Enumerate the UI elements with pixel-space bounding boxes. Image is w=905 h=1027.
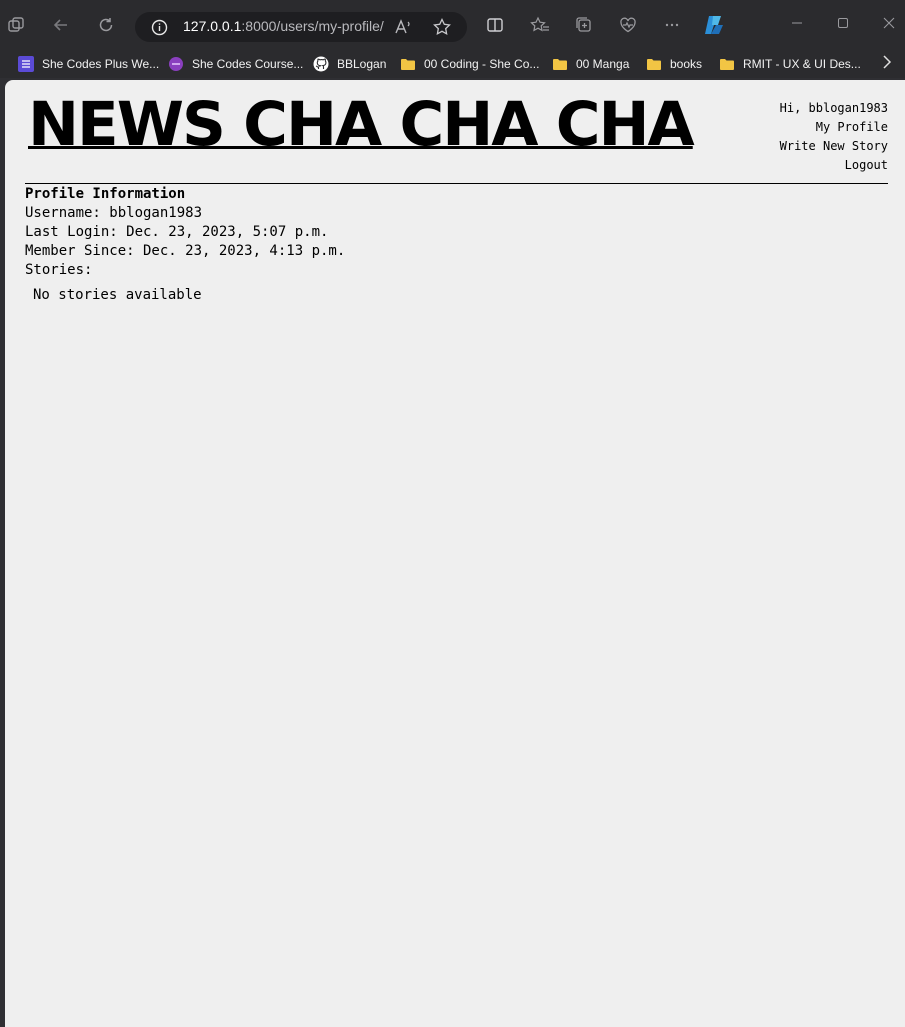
url-host: 127.0.0.1 xyxy=(183,18,242,34)
collections-icon[interactable] xyxy=(574,15,594,35)
profile-heading: Profile Information xyxy=(25,186,186,202)
browser-toolbar: 127.0.0.1:8000/users/my-profile/ xyxy=(0,0,905,50)
github-icon xyxy=(313,56,329,72)
copilot-icon[interactable] xyxy=(702,13,726,37)
header-divider xyxy=(25,183,888,184)
back-arrow-icon[interactable] xyxy=(51,15,71,35)
site-info-icon[interactable] xyxy=(150,18,168,36)
circle-icon xyxy=(169,57,183,71)
page-viewport: NEWS CHA CHA CHA Hi, bblogan1983 My Prof… xyxy=(5,80,905,1027)
read-aloud-icon[interactable] xyxy=(393,17,413,37)
split-screen-icon[interactable] xyxy=(485,15,505,35)
bookmark-label: She Codes Course... xyxy=(192,57,304,71)
profile-member-since: Member Since: Dec. 23, 2023, 4:13 p.m. xyxy=(25,243,346,259)
maximize-button[interactable] xyxy=(828,10,858,36)
folder-icon xyxy=(553,59,567,70)
refresh-icon[interactable] xyxy=(96,15,116,35)
my-profile-link[interactable]: My Profile xyxy=(780,118,888,137)
bookmark-label: She Codes Plus We... xyxy=(42,57,160,71)
bookmark-rmit-folder[interactable]: RMIT - UX & UI Des... xyxy=(719,54,861,74)
bookmark-books-folder[interactable]: books xyxy=(646,54,702,74)
folder-icon xyxy=(401,59,415,70)
write-new-story-link[interactable]: Write New Story xyxy=(780,137,888,156)
favorites-icon[interactable] xyxy=(530,15,550,35)
profile-last-login: Last Login: Dec. 23, 2023, 5:07 p.m. xyxy=(25,224,329,240)
bookmark-label: books xyxy=(670,57,703,71)
bookmark-label: BBLogan xyxy=(337,57,387,71)
close-window-button[interactable] xyxy=(874,10,904,36)
profile-username: Username: bblogan1983 xyxy=(25,205,203,221)
folder-icon xyxy=(720,59,734,70)
bookmark-coding-folder[interactable]: 00 Coding - She Co... xyxy=(400,54,539,74)
list-icon xyxy=(18,56,34,72)
bookmarks-bar: She Codes Plus We... She Codes Course...… xyxy=(0,50,905,78)
minimize-button[interactable] xyxy=(782,10,812,36)
user-nav: Hi, bblogan1983 My Profile Write New Sto… xyxy=(780,99,888,175)
address-bar[interactable]: 127.0.0.1:8000/users/my-profile/ xyxy=(135,12,467,42)
favorite-star-icon[interactable] xyxy=(432,17,452,37)
site-title[interactable]: NEWS CHA CHA CHA xyxy=(28,94,695,156)
browser-essentials-icon[interactable] xyxy=(618,15,638,35)
bookmark-she-codes-plus[interactable]: She Codes Plus We... xyxy=(18,54,159,74)
url-path: :8000/users/my-profile/ xyxy=(241,18,384,34)
address-url[interactable]: 127.0.0.1:8000/users/my-profile/ xyxy=(183,18,384,34)
workspaces-icon[interactable] xyxy=(6,15,26,35)
bookmark-label: RMIT - UX & UI Des... xyxy=(743,57,861,71)
chevron-right-icon[interactable] xyxy=(878,52,896,72)
logout-link[interactable]: Logout xyxy=(780,156,888,175)
bookmark-label: 00 Manga xyxy=(576,57,630,71)
profile-section: Profile Information Username: bblogan198… xyxy=(25,185,345,280)
no-stories-message: No stories available xyxy=(33,287,202,303)
folder-icon xyxy=(647,59,661,70)
greeting-text: Hi, bblogan1983 xyxy=(779,101,888,115)
bookmark-label: 00 Coding - She Co... xyxy=(424,57,540,71)
bookmark-she-codes-course[interactable]: She Codes Course... xyxy=(168,54,303,74)
profile-stories-label: Stories: xyxy=(25,262,93,278)
bookmark-bblogan[interactable]: BBLogan xyxy=(313,54,386,74)
bookmark-manga-folder[interactable]: 00 Manga xyxy=(552,54,629,74)
more-options-icon[interactable] xyxy=(662,15,682,35)
